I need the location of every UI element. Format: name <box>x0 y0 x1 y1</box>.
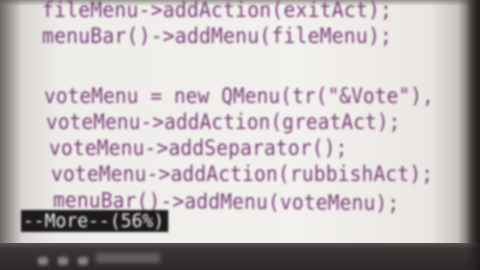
code-line: menuBar()->addMenu(fileMenu); <box>42 24 393 48</box>
monitor-screen: fileMenu->addAction(exitAct); menuBar()-… <box>0 0 480 270</box>
taskbar <box>0 243 480 270</box>
code-line: voteMenu->addAction(greatAct); <box>46 110 401 134</box>
taskbar-app-icon[interactable] <box>58 257 68 265</box>
code-line: voteMenu->addSeparator(); <box>49 136 348 160</box>
terminal-window[interactable]: fileMenu->addAction(exitAct); menuBar()-… <box>20 0 460 248</box>
code-line: voteMenu = new QMenu(tr("&Vote"), <box>44 84 434 108</box>
taskbar-window-button[interactable] <box>96 253 160 263</box>
pager-more-prompt[interactable]: --More--(56%) <box>21 210 168 232</box>
code-line: voteMenu->addAction(rubbishAct); <box>51 162 434 186</box>
screen-edge-shadow <box>466 0 480 270</box>
taskbar-app-icon[interactable] <box>38 257 48 265</box>
code-line: fileMenu->addAction(exitAct); <box>42 0 393 22</box>
terminal-icon[interactable] <box>78 257 88 265</box>
